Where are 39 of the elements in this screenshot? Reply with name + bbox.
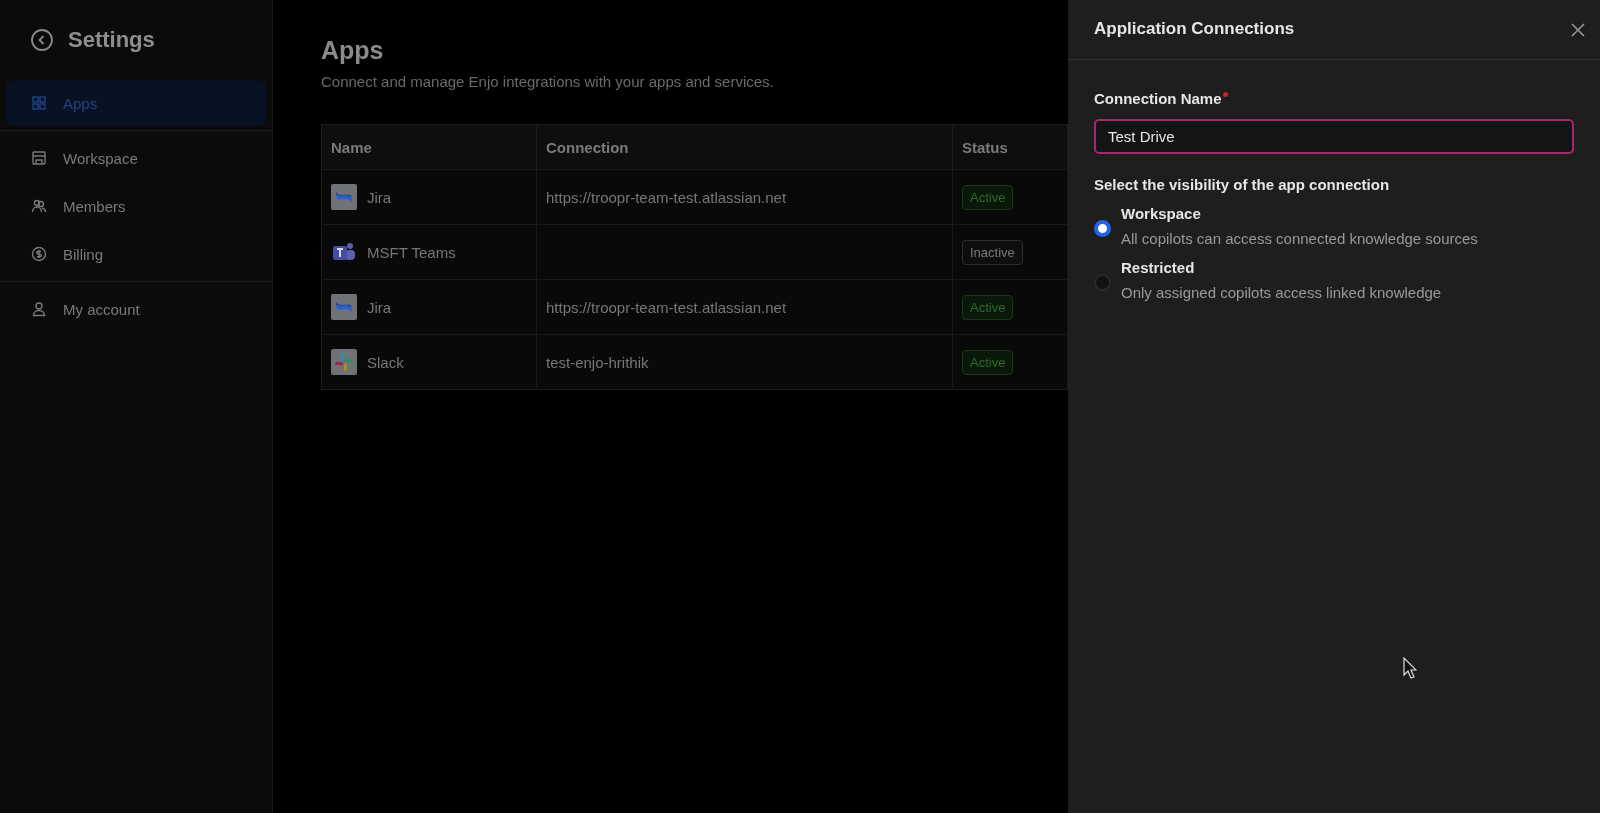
sidebar-item[interactable]: Members bbox=[6, 183, 266, 229]
back-icon[interactable] bbox=[30, 28, 54, 52]
connection-url: test-enjo-hrithik bbox=[546, 353, 649, 371]
visibility-heading: Select the visibility of the app connection bbox=[1094, 176, 1391, 193]
status-badge: Active bbox=[962, 294, 1014, 320]
column-header: Status bbox=[961, 137, 1009, 158]
users-icon bbox=[31, 198, 47, 214]
status-badge: Active bbox=[962, 184, 1014, 210]
store-icon bbox=[31, 150, 47, 166]
pointer-icon bbox=[1403, 657, 1417, 679]
option-description: All copilots can access connected knowledge sources bbox=[1121, 230, 1478, 247]
option-description: Only assigned copilots access linked knowledge bbox=[1121, 284, 1442, 301]
field-label: Connection Name bbox=[1094, 90, 1222, 107]
radio-button[interactable] bbox=[1094, 219, 1111, 237]
option-label: Restricted bbox=[1121, 259, 1196, 276]
user-icon bbox=[31, 301, 47, 317]
app-name: Jira bbox=[367, 298, 392, 316]
sidebar-item[interactable]: Billing bbox=[6, 231, 266, 277]
status-badge: Inactive bbox=[962, 239, 1023, 265]
connection-url: https://troopr-team-test.atlassian.net bbox=[546, 188, 787, 206]
dollar-icon bbox=[31, 246, 47, 262]
column-header: Name bbox=[322, 125, 537, 169]
page-subtitle: Connect and manage Enjo integrations with your apps and services. bbox=[321, 73, 775, 90]
close-icon[interactable] bbox=[1570, 21, 1586, 38]
sidebar-title: Settings bbox=[68, 27, 155, 53]
app-name: Jira bbox=[367, 188, 392, 206]
option-label: Workspace bbox=[1121, 205, 1202, 222]
sidebar-item[interactable]: Workspace bbox=[6, 135, 266, 181]
radio-button[interactable] bbox=[1094, 273, 1111, 291]
panel-title: Application Connections bbox=[1094, 18, 1295, 39]
connection-name-field[interactable]: Test Drive bbox=[1094, 119, 1574, 154]
status-badge: Active bbox=[962, 349, 1014, 375]
connection-url: https://troopr-team-test.atlassian.net bbox=[546, 298, 787, 316]
column-header: Connection bbox=[537, 125, 953, 169]
grid-icon bbox=[31, 95, 47, 111]
app-name: MSFT Teams bbox=[367, 243, 456, 261]
page-title: Apps bbox=[321, 36, 385, 65]
app-name: Slack bbox=[367, 353, 404, 371]
sidebar-item[interactable]: My account bbox=[6, 286, 266, 332]
